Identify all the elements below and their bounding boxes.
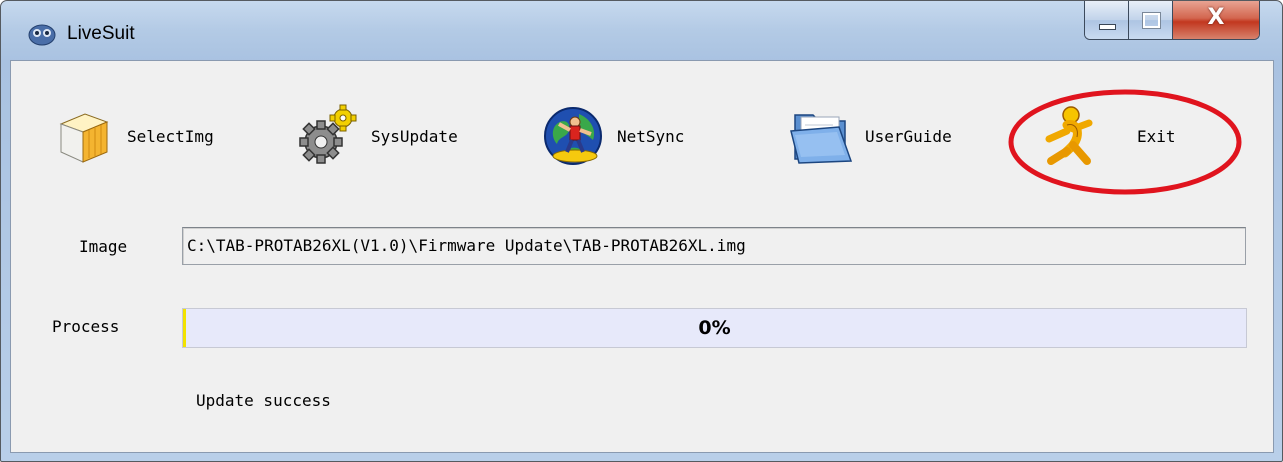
title-bar[interactable]: LiveSuit X bbox=[1, 1, 1282, 61]
exit-button[interactable]: Exit bbox=[1031, 101, 1176, 171]
caption-buttons: X bbox=[1084, 1, 1260, 40]
user-guide-button[interactable]: UserGuide bbox=[785, 101, 952, 171]
minimize-button[interactable] bbox=[1085, 1, 1129, 39]
package-box-icon bbox=[47, 101, 119, 171]
process-label: Process bbox=[52, 317, 120, 336]
user-guide-label: UserGuide bbox=[865, 126, 952, 146]
status-text: Update success bbox=[196, 391, 331, 410]
sys-update-label: SysUpdate bbox=[371, 126, 458, 146]
select-img-button[interactable]: SelectImg bbox=[47, 101, 214, 171]
image-label: Image bbox=[79, 237, 128, 256]
livesuit-window: LiveSuit X SelectImg SysUpdate NetSync U… bbox=[0, 0, 1283, 462]
maximize-icon bbox=[1142, 12, 1161, 29]
maximize-button[interactable] bbox=[1129, 1, 1173, 39]
close-button[interactable]: X bbox=[1173, 1, 1259, 39]
window-title: LiveSuit bbox=[67, 23, 135, 44]
net-sync-label: NetSync bbox=[617, 126, 685, 146]
exit-label: Exit bbox=[1137, 126, 1176, 146]
select-img-label: SelectImg bbox=[127, 126, 214, 146]
net-sync-button[interactable]: NetSync bbox=[537, 101, 684, 171]
client-area: SelectImg SysUpdate NetSync UserGuide Ex… bbox=[10, 60, 1274, 453]
close-icon: X bbox=[1207, 5, 1225, 30]
livesuit-app-icon bbox=[27, 21, 57, 47]
gears-icon bbox=[291, 101, 363, 171]
image-path-field[interactable]: C:\TAB-PROTAB26XL(V1.0)\Firmware Update\… bbox=[182, 227, 1246, 265]
progress-percent: 0% bbox=[698, 317, 731, 339]
process-progress-bar: 0% bbox=[182, 308, 1247, 348]
sys-update-button[interactable]: SysUpdate bbox=[291, 101, 458, 171]
running-man-icon bbox=[1031, 101, 1103, 171]
globe-surfer-icon bbox=[537, 101, 609, 171]
folder-icon bbox=[785, 101, 857, 171]
minimize-icon bbox=[1099, 24, 1116, 30]
